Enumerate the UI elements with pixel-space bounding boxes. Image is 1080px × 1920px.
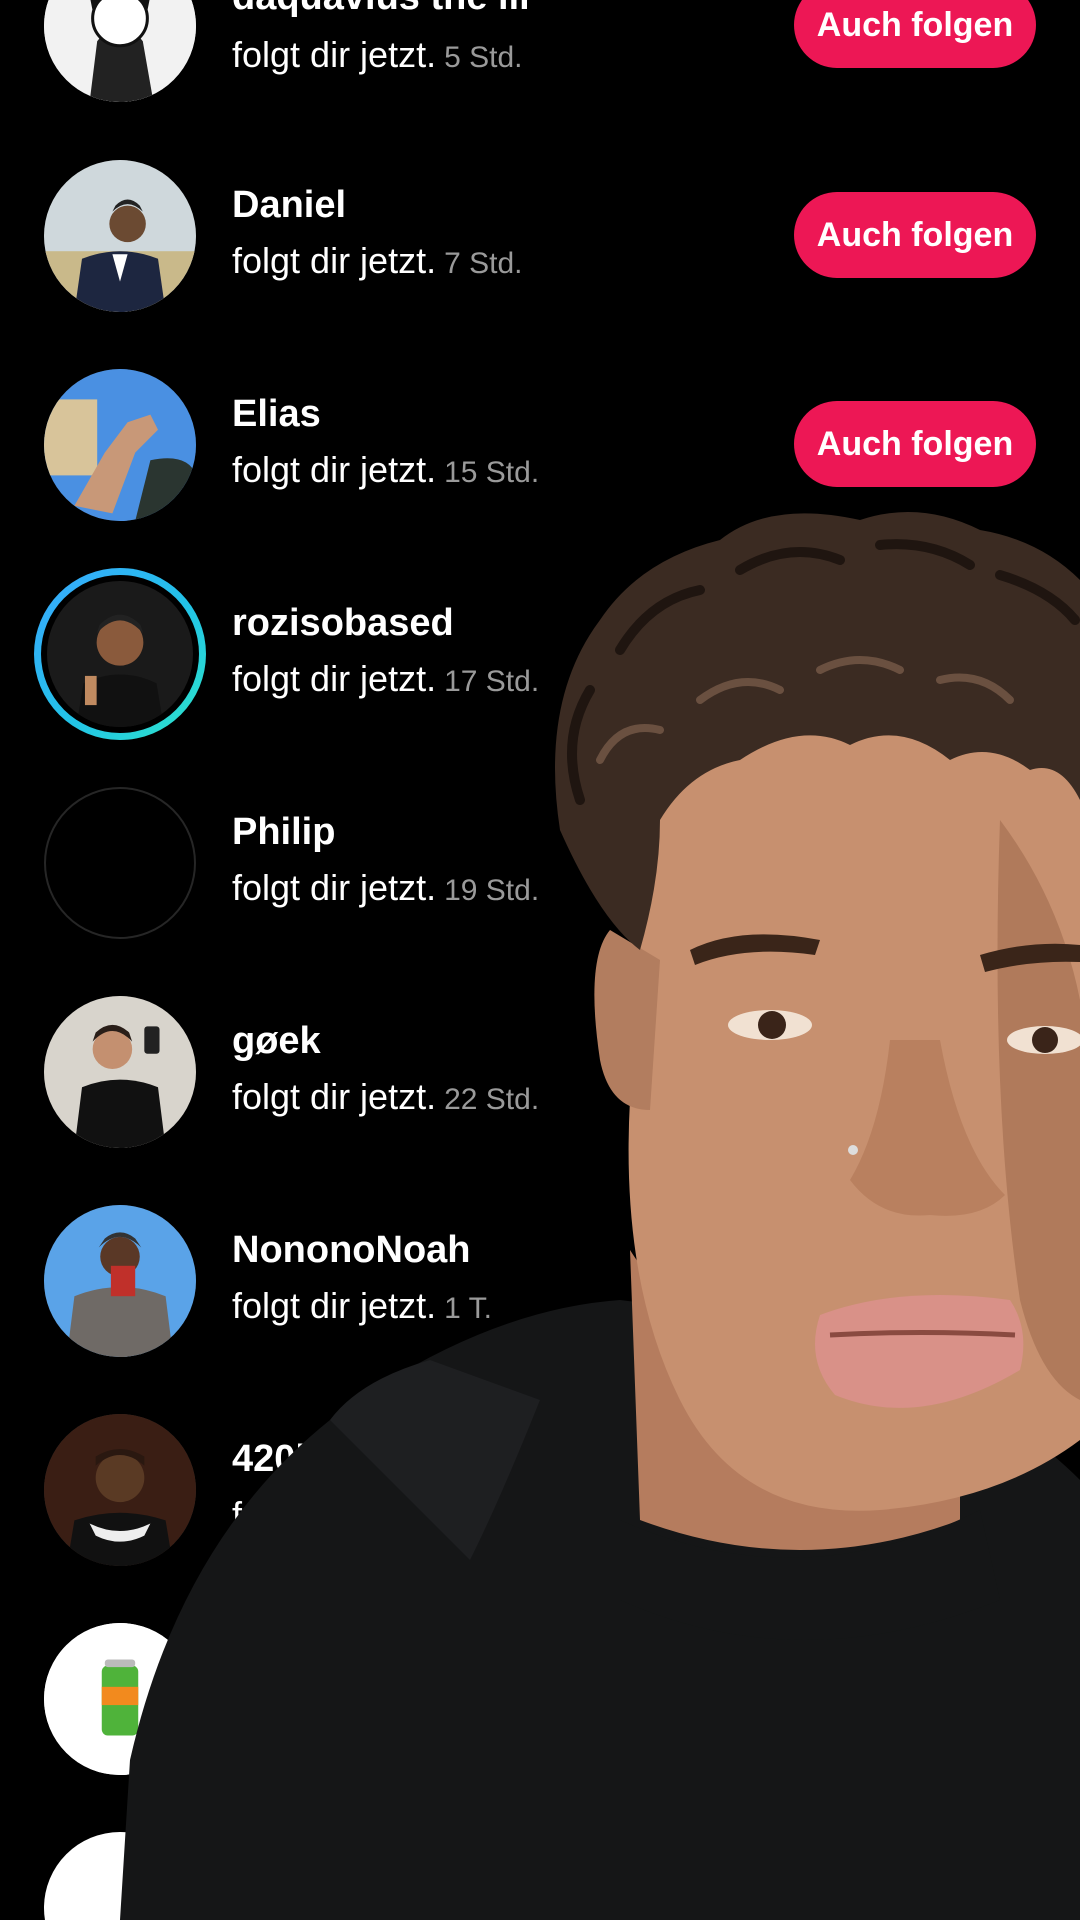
status-text: folgt dir jetzt.	[232, 867, 437, 908]
follow-status: folgt dir jetzt. 7 Std.	[232, 240, 522, 282]
selfie-avatar-image	[44, 996, 196, 1148]
avatar[interactable]	[44, 1832, 196, 1920]
status-text: folgt dir jetzt.	[232, 449, 437, 490]
avatar[interactable]	[44, 787, 196, 939]
list-item[interactable]: gøek folgt dir jetzt. 22 Std.	[0, 996, 1080, 1156]
follow-back-button[interactable]: Auch folgen	[794, 192, 1036, 278]
gym-avatar-image	[44, 1205, 196, 1357]
list-item[interactable]: NononoNoah folgt dir jetzt. 1 T.	[0, 1205, 1080, 1365]
soda-can-avatar-image	[44, 1623, 196, 1775]
list-item[interactable]: Daniel folgt dir jetzt. 7 Std. Auch folge…	[0, 160, 1080, 320]
avatar[interactable]	[44, 1205, 196, 1357]
portrait-painting-avatar-image	[44, 1414, 196, 1566]
username[interactable]: rozisobased	[232, 602, 454, 645]
manga-avatar-image	[44, 0, 196, 102]
status-text: folgt dir jetzt.	[232, 240, 437, 281]
list-item[interactable]: rozisobased folgt dir jetzt. 17 Std.	[0, 568, 1080, 740]
username[interactable]: Daniel	[232, 184, 346, 227]
list-item[interactable]: Elias folgt dir jetzt. 15 Std. Auch folge…	[0, 369, 1080, 529]
avatar[interactable]	[44, 0, 196, 102]
time-label: 5 Std.	[444, 41, 523, 74]
username[interactable]: daquavius the iii	[232, 0, 530, 19]
list-item[interactable]: Philip folgt dir jetzt. 19 Std.	[0, 787, 1080, 947]
time-label: 15 Std.	[444, 456, 540, 489]
avatar[interactable]	[44, 1414, 196, 1566]
list-item[interactable]: daquavius the iii folgt dir jetzt.5 Std.…	[0, 0, 1080, 110]
username[interactable]: Philip	[232, 811, 335, 854]
avatar-story-ring[interactable]	[34, 568, 206, 740]
follow-status: folgt dir jetzt. 17 Std.	[232, 658, 539, 700]
follow-status: folgt dir jetzt. 19 Std.	[232, 867, 539, 909]
time-label: 17 Std.	[444, 665, 540, 698]
avatar[interactable]	[44, 996, 196, 1148]
follow-status: folgt dir jetzt. 22 Std.	[232, 1076, 539, 1118]
status-text: folgt dir jetzt.	[232, 658, 437, 699]
avatar[interactable]	[44, 369, 196, 521]
time-label: 19 Std.	[444, 874, 540, 907]
time-label: 1 T.	[444, 1292, 492, 1325]
follow-status: folgt dir jetzt. 5 Std.	[232, 34, 522, 76]
follow-back-button[interactable]: Auch folgen	[794, 401, 1036, 487]
list-item[interactable]: 420b folg	[0, 1414, 1080, 1574]
username[interactable]: NononoNoah	[232, 1229, 471, 1272]
username[interactable]: gøek	[232, 1020, 321, 1063]
time-label: 22 Std.	[444, 1083, 540, 1116]
username[interactable]: 420b	[232, 1438, 319, 1481]
time-label: 7 Std.	[444, 247, 523, 280]
status-text: folgt dir jetzt.	[232, 1285, 437, 1326]
list-item[interactable]	[0, 1832, 1080, 1920]
status-text: folgt dir jetzt.	[232, 1076, 437, 1117]
follow-status: folgt dir jetzt. 1 T.	[232, 1285, 492, 1327]
peace-sign-avatar-image	[47, 581, 193, 727]
list-item[interactable]	[0, 1623, 1080, 1783]
follow-status: folg	[232, 1494, 298, 1536]
avatar[interactable]	[44, 1623, 196, 1775]
username[interactable]: Elias	[232, 393, 321, 436]
hand-avatar-image	[44, 369, 196, 521]
status-text: folgt dir jetzt.	[232, 34, 437, 75]
follow-status: folgt dir jetzt. 15 Std.	[232, 449, 539, 491]
suit-avatar-image	[44, 160, 196, 312]
avatar[interactable]	[44, 160, 196, 312]
notifications-screen: daquavius the iii folgt dir jetzt.5 Std.…	[0, 0, 1080, 1920]
follow-back-button[interactable]: Auch folgen	[794, 0, 1036, 68]
status-text: folg	[232, 1494, 291, 1535]
